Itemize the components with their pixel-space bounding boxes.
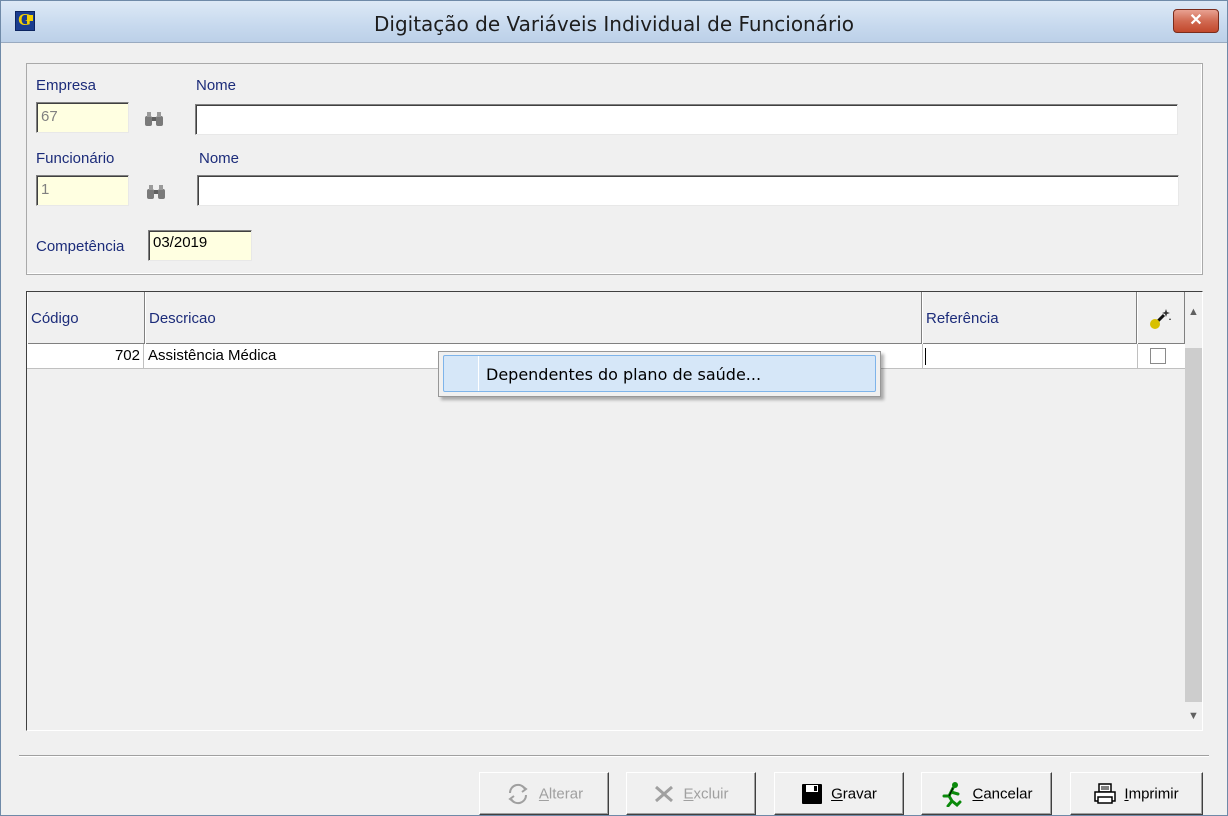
empresa-label: Empresa: [36, 77, 97, 94]
excluir-label: xcluir: [693, 785, 729, 803]
cancelar-label: ancelar: [983, 785, 1033, 803]
binoculars-icon[interactable]: [144, 111, 164, 127]
running-man-icon: [942, 782, 962, 808]
alterar-mnemonic: A: [538, 785, 549, 803]
funcionario-name-field[interactable]: [197, 175, 1179, 206]
funcionario-label: Funcionário: [36, 150, 115, 167]
column-header-referencia[interactable]: Referência: [922, 292, 1137, 344]
row-referencia-input[interactable]: [922, 344, 1136, 369]
title-bar[interactable]: G Digitação de Variáveis Individual de F…: [1, 1, 1227, 43]
funcionario-code-field[interactable]: 1: [36, 175, 129, 206]
scroll-down-icon[interactable]: ▼: [1185, 708, 1202, 725]
alterar-button[interactable]: Alterar: [479, 772, 609, 815]
empresa-code-field[interactable]: 67: [36, 102, 129, 133]
text-cursor: [925, 348, 926, 365]
menu-item-dependentes[interactable]: Dependentes do plano de saúde...: [443, 355, 876, 392]
competencia-field[interactable]: 03/2019: [148, 230, 252, 261]
vertical-scrollbar[interactable]: ▲ ▼: [1185, 292, 1202, 730]
column-header-action[interactable]: [1137, 292, 1185, 344]
alterar-label: lterar: [548, 785, 584, 803]
context-menu: Dependentes do plano de saúde...: [438, 351, 881, 397]
imprimir-label: mprimir: [1128, 785, 1179, 803]
gravar-mnemonic: G: [831, 785, 843, 803]
bottom-divider: [19, 755, 1209, 757]
cancelar-button[interactable]: Cancelar: [921, 772, 1052, 815]
excluir-button[interactable]: Excluir: [626, 772, 756, 815]
empresa-nome-label: Nome: [196, 77, 237, 94]
refresh-icon: [508, 783, 528, 805]
scroll-up-icon[interactable]: ▲: [1185, 304, 1202, 321]
magic-wand-icon: [1150, 309, 1171, 329]
empresa-name-field[interactable]: [195, 104, 1178, 135]
main-window: G Digitação de Variáveis Individual de F…: [0, 0, 1228, 816]
close-button[interactable]: ✕: [1173, 9, 1219, 33]
menu-separator: [478, 356, 479, 391]
grid-header: Código Descricao Referência: [27, 292, 1185, 344]
floppy-disk-icon: [802, 784, 823, 805]
window-title: Digitação de Variáveis Individual de Fun…: [373, 12, 855, 36]
printer-icon: [1094, 783, 1117, 804]
row-check-cell: [1137, 344, 1185, 369]
funcionario-nome-label: Nome: [199, 150, 240, 167]
column-header-codigo[interactable]: Código: [27, 292, 145, 344]
scroll-thumb[interactable]: [1185, 348, 1202, 702]
excluir-mnemonic: E: [683, 785, 694, 803]
competencia-label: Competência: [36, 238, 125, 255]
gravar-button[interactable]: Gravar: [774, 772, 904, 815]
row-codigo: 702: [27, 344, 144, 369]
gravar-label: ravar: [842, 785, 877, 803]
cancelar-mnemonic: C: [972, 785, 984, 803]
delete-icon: [655, 785, 674, 803]
menu-item-label: Dependentes do plano de saúde...: [486, 365, 762, 384]
imprimir-button[interactable]: Imprimir: [1070, 772, 1203, 815]
binoculars-icon[interactable]: [146, 184, 166, 200]
row-checkbox[interactable]: [1150, 348, 1166, 364]
column-header-descricao[interactable]: Descricao: [145, 292, 922, 344]
